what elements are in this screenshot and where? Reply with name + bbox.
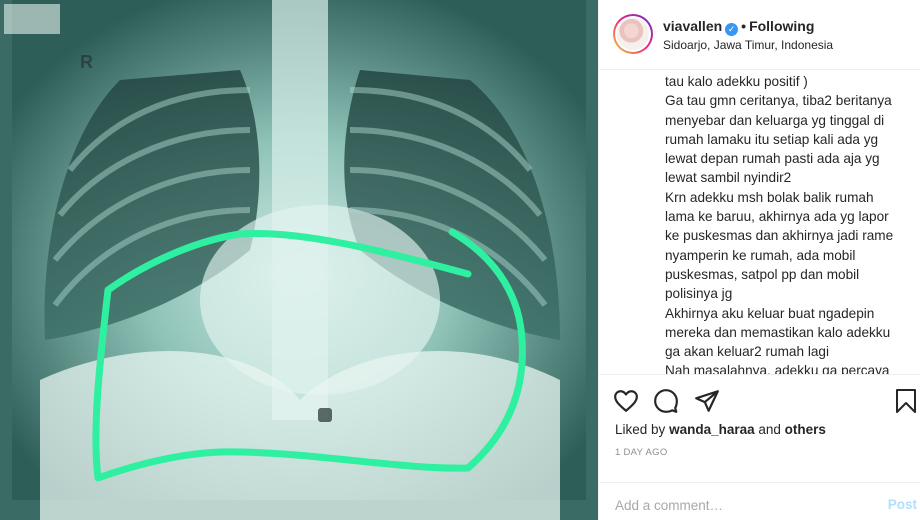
caption-line: lewat depan rumah pasti ada aja yg <box>665 151 880 167</box>
caption-line: lama ke baruu, akhirnya ada yg lapor <box>665 209 889 225</box>
likes-summary: Liked by wanda_haraa and others <box>615 422 826 437</box>
post-side-panel: viavallen ✓ • Following Sidoarjo, Jawa Timu… <box>598 0 920 520</box>
caption-line: rumah lamaku itu setiap kali ada yg <box>665 131 879 147</box>
liked-by-and: and <box>758 422 781 437</box>
bookmark-icon[interactable] <box>895 388 917 414</box>
post-photo[interactable]: R <box>0 0 598 520</box>
share-icon[interactable] <box>694 388 720 414</box>
username-link[interactable]: viavallen <box>663 18 722 34</box>
xray-image <box>0 0 598 520</box>
caption-line: ga akan keluar2 rumah lagi <box>665 344 829 360</box>
following-button[interactable]: Following <box>749 18 814 34</box>
post-header: viavallen ✓ • Following Sidoarjo, Jawa Timu… <box>599 0 920 70</box>
verified-badge-icon: ✓ <box>725 23 739 36</box>
liked-by-prefix: Liked by <box>615 422 666 437</box>
avatar[interactable] <box>613 14 653 54</box>
comment-bar: Post <box>599 482 920 520</box>
caption-line: puskesmas, satpol pp dan mobil <box>665 266 860 282</box>
caption-line: tau kalo adekku positif ) <box>665 74 808 89</box>
liked-by-user-link[interactable]: wanda_haraa <box>669 422 755 437</box>
action-bar: Liked by wanda_haraa and others 1 DAY AG… <box>599 374 920 520</box>
caption-line: lewat sambil nyindir2 <box>665 170 792 186</box>
liked-by-others-link[interactable]: others <box>785 422 826 437</box>
location-link[interactable]: Sidoarjo, Jawa Timur, Indonesia <box>663 38 833 52</box>
caption-line: menyebar dan keluarga yg tinggal di <box>665 112 885 128</box>
heart-icon[interactable] <box>613 388 639 414</box>
separator-dot: • <box>741 18 747 34</box>
xray-side-marker: R <box>80 52 93 72</box>
caption-line: Nah masalahnya, adekku ga percaya <box>665 363 890 374</box>
caption-line: nyamperin ke rumah, ada mobil <box>665 247 856 263</box>
caption-line: Akhirnya aku keluar buat ngadepin <box>665 305 875 321</box>
caption-line: ke puskesmas dan akhirnya jadi rame <box>665 228 894 244</box>
post-timestamp[interactable]: 1 DAY AGO <box>615 447 668 458</box>
profile-photo <box>617 18 649 50</box>
caption-text: tau kalo adekku positif ) Ga tau gmn ceri… <box>599 70 920 374</box>
post-comment-button[interactable]: Post <box>888 497 917 512</box>
comment-input[interactable] <box>615 495 855 515</box>
caption-line: Krn adekku msh bolak balik rumah <box>665 189 874 205</box>
comment-icon[interactable] <box>653 388 679 414</box>
caption-line: mereka dan memastikan kalo adekku <box>665 324 891 340</box>
caption-line: polisinya jg <box>665 286 733 302</box>
caption-line: Ga tau gmn ceritanya, tiba2 beritanya <box>665 93 892 109</box>
